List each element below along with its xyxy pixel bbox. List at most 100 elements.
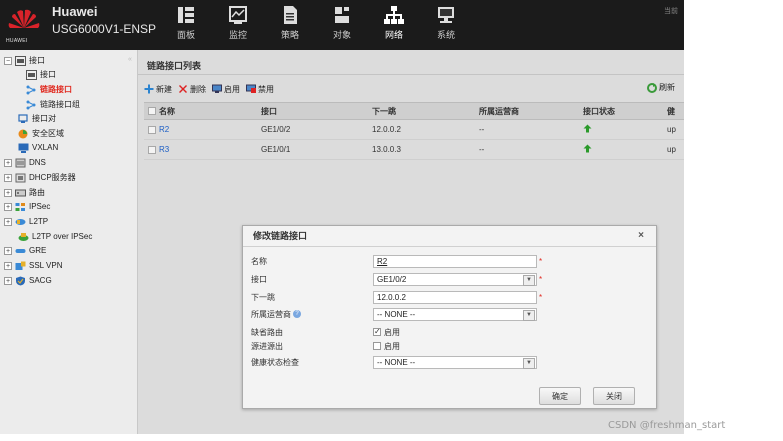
nav-policy[interactable]: 策略 xyxy=(264,0,316,50)
health-check-row: 健康状态检查 -- NONE -- ▼ xyxy=(251,355,537,369)
sidebar-item-route[interactable]: + 路由 xyxy=(4,186,45,199)
vxlan-icon xyxy=(18,143,29,153)
expand-icon[interactable]: + xyxy=(4,173,12,182)
status-up-icon xyxy=(583,144,592,153)
collapse-sidebar-icon[interactable]: « xyxy=(128,56,134,63)
sidebar-item-link-interface[interactable]: 链路接口 xyxy=(26,83,72,96)
collapse-icon[interactable]: − xyxy=(4,56,12,65)
isp-row: 所属运营商 ? -- NONE -- ▼ xyxy=(251,307,537,321)
sidebar-item-ipsec[interactable]: + IPSec xyxy=(4,200,50,213)
checkbox-unchecked-icon[interactable] xyxy=(373,342,381,350)
expand-icon[interactable]: + xyxy=(4,202,12,211)
row-isp: -- xyxy=(479,145,485,154)
column-header-isp[interactable]: 所属运营商 xyxy=(479,106,583,117)
required-marker: * xyxy=(539,256,543,266)
dashboard-icon xyxy=(178,7,194,23)
select-all-checkbox[interactable] xyxy=(147,107,156,115)
expand-icon[interactable]: + xyxy=(4,246,12,255)
row-checkbox[interactable] xyxy=(147,145,156,154)
chevron-down-icon[interactable]: ▼ xyxy=(523,274,535,286)
source-in-out-checkbox[interactable]: 启用 xyxy=(373,341,400,352)
default-route-row: 缺省路由 ✓ 启用 xyxy=(251,325,400,339)
close-icon[interactable]: × xyxy=(638,226,644,246)
sidebar-item-gre[interactable]: + GRE xyxy=(4,244,46,257)
checkbox-checked-icon[interactable]: ✓ xyxy=(373,328,381,336)
expand-icon[interactable]: + xyxy=(4,261,12,270)
sidebar-item-label: DHCP服务器 xyxy=(29,173,76,182)
default-route-label: 缺省路由 xyxy=(251,327,283,337)
table-row[interactable]: R3 GE1/0/1 13.0.0.3 -- up xyxy=(144,140,684,160)
sidebar-item-dns[interactable]: + DNS xyxy=(4,156,46,169)
sidebar-item-dhcp-server[interactable]: + DHCP服务器 xyxy=(4,171,76,184)
new-button[interactable]: 新建 xyxy=(144,84,172,95)
expand-icon[interactable]: + xyxy=(4,158,12,167)
isp-select-value: -- NONE -- xyxy=(377,309,416,319)
table-row[interactable]: R2 GE1/0/2 12.0.0.2 -- up xyxy=(144,120,684,140)
sidebar-item-ssl-vpn[interactable]: + SSL VPN xyxy=(4,259,63,272)
row-checkbox[interactable] xyxy=(147,125,156,134)
link-group-icon xyxy=(26,100,36,109)
link-interface-table: 名称 接口 下一跳 所属运营商 接口状态 健 R2 GE1/0/2 12.0.0… xyxy=(144,102,684,160)
main-nav: 面板 监控 策略 对象 网络 系统 xyxy=(160,0,472,50)
row-name-link[interactable]: R3 xyxy=(159,145,261,154)
sidebar-item-link-interface-group[interactable]: 链路接口组 xyxy=(26,98,80,111)
nav-network[interactable]: 网络 xyxy=(368,0,420,50)
nav-system[interactable]: 系统 xyxy=(420,0,472,50)
device-model: USG6000V1-ENSP xyxy=(52,22,157,36)
sidebar-item-label: 链路接口 xyxy=(40,85,72,94)
sidebar-item-label: 安全区域 xyxy=(32,129,64,138)
sidebar-item-sacg[interactable]: + SACG xyxy=(4,274,52,287)
nav-object[interactable]: 对象 xyxy=(316,0,368,50)
expand-icon[interactable]: + xyxy=(4,276,12,285)
help-icon[interactable]: ? xyxy=(293,310,301,318)
next-hop-input[interactable]: 12.0.0.2 xyxy=(373,290,537,304)
sidebar-item-l2tp-over-ipsec[interactable]: L2TP over IPSec xyxy=(18,230,92,243)
sidebar-item-label: 路由 xyxy=(29,188,45,197)
chevron-down-icon[interactable]: ▼ xyxy=(523,309,535,321)
sidebar-item-label: 接口 xyxy=(29,56,45,65)
ok-button[interactable]: 确定 xyxy=(539,387,581,405)
interface-select[interactable]: GE1/0/2 ▼ xyxy=(373,272,537,286)
chevron-down-icon[interactable]: ▼ xyxy=(523,357,535,369)
column-header-name[interactable]: 名称 xyxy=(159,106,261,117)
sidebar-item-label: L2TP over IPSec xyxy=(32,232,93,241)
new-label: 新建 xyxy=(156,84,172,94)
column-header-interface[interactable]: 接口 xyxy=(261,106,372,117)
link-interface-icon xyxy=(26,85,36,94)
sidebar-item-l2tp[interactable]: + L2TP xyxy=(4,215,48,228)
expand-icon[interactable]: + xyxy=(4,188,12,197)
expand-icon[interactable]: + xyxy=(4,217,12,226)
enable-button[interactable]: 启用 xyxy=(212,84,240,95)
refresh-icon xyxy=(647,82,657,93)
health-check-select[interactable]: -- NONE -- ▼ xyxy=(373,355,537,369)
enable-icon xyxy=(212,84,222,93)
nav-label: 系统 xyxy=(436,30,455,40)
row-next-hop: 12.0.0.2 xyxy=(372,125,401,134)
row-name-link[interactable]: R2 xyxy=(159,125,261,134)
sidebar: « − 接口 接口 链路接口 链路接口组 接口对 安全区域 VXLAN + DN… xyxy=(0,50,138,434)
nav-monitor[interactable]: 监控 xyxy=(212,0,264,50)
sidebar-item-interface-pair[interactable]: 接口对 xyxy=(18,112,56,125)
name-input[interactable]: R2 xyxy=(373,254,537,268)
isp-select[interactable]: -- NONE -- ▼ xyxy=(373,307,537,321)
next-hop-row: 下一跳 12.0.0.2 * xyxy=(251,290,542,304)
required-marker: * xyxy=(539,274,543,284)
gre-icon xyxy=(15,248,26,253)
column-header-next-hop[interactable]: 下一跳 xyxy=(372,106,479,117)
network-icon xyxy=(384,6,404,24)
row-interface: GE1/0/1 xyxy=(261,145,291,154)
nav-label: 面板 xyxy=(176,30,195,40)
default-route-checkbox[interactable]: ✓ 启用 xyxy=(373,327,400,338)
sidebar-item-security-zone[interactable]: 安全区域 xyxy=(18,127,64,140)
disable-button[interactable]: 禁用 xyxy=(246,84,274,95)
refresh-button[interactable]: 刷新 xyxy=(647,82,675,93)
delete-button[interactable]: 删除 xyxy=(178,84,206,95)
column-header-status[interactable]: 接口状态 xyxy=(583,106,667,117)
close-button[interactable]: 关闭 xyxy=(593,387,635,405)
sidebar-item-vxlan[interactable]: VXLAN xyxy=(18,141,58,154)
sidebar-item-interface[interactable]: 接口 xyxy=(26,68,56,81)
column-header-health[interactable]: 健 xyxy=(667,106,684,117)
dialog-header: 修改链路接口 × xyxy=(243,226,656,247)
sidebar-item-interface-group[interactable]: − 接口 xyxy=(4,54,45,67)
nav-dashboard[interactable]: 面板 xyxy=(160,0,212,50)
